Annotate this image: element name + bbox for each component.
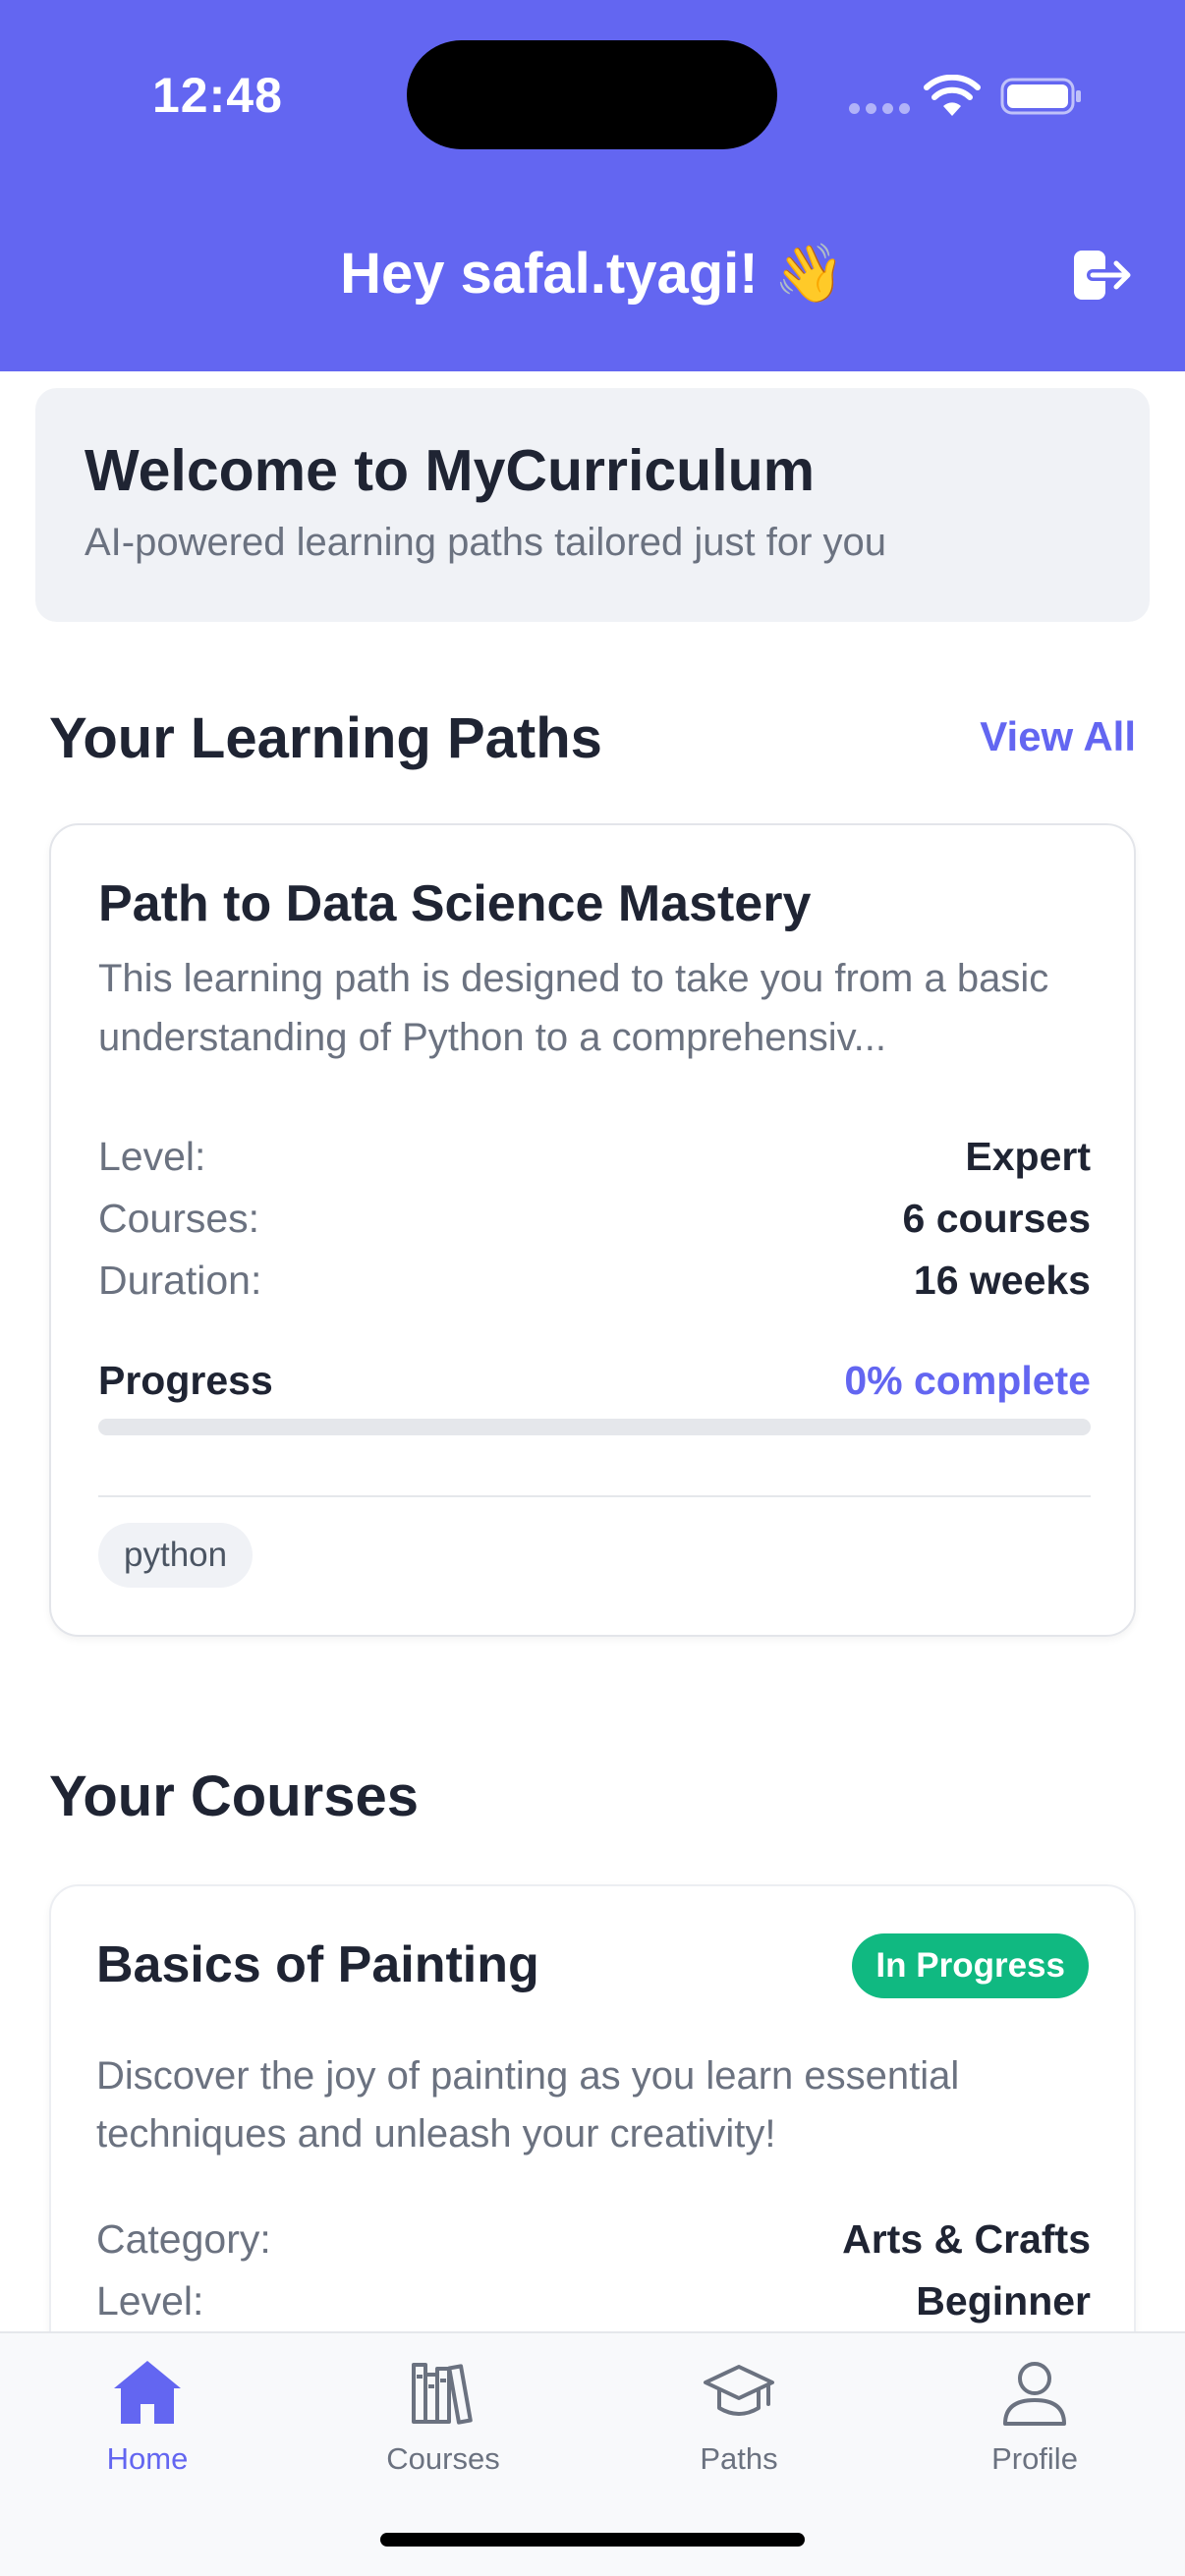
course-title: Basics of Painting bbox=[96, 1936, 539, 1993]
status-time: 12:48 bbox=[152, 68, 283, 123]
path-courses-row: Courses: 6 courses bbox=[98, 1196, 1091, 1242]
courses-heading: Your Courses bbox=[49, 1764, 420, 1828]
path-level-row: Level: Expert bbox=[98, 1134, 1091, 1180]
welcome-subtitle: AI-powered learning paths tailored just … bbox=[85, 521, 887, 564]
tab-paths-label: Paths bbox=[700, 2441, 778, 2476]
wifi-icon bbox=[924, 75, 981, 116]
home-indicator bbox=[380, 2533, 805, 2547]
level-label: Level: bbox=[98, 1134, 206, 1179]
path-description: This learning path is designed to take y… bbox=[98, 957, 1049, 1059]
status-badge: In Progress bbox=[852, 1933, 1089, 1998]
logout-icon[interactable] bbox=[1071, 248, 1134, 303]
tab-paths[interactable]: Paths bbox=[641, 2355, 837, 2477]
tab-courses-label: Courses bbox=[386, 2441, 500, 2476]
progress-label: Progress bbox=[98, 1358, 273, 1403]
level-value: Expert bbox=[965, 1134, 1091, 1179]
course-level-row: Level: Beginner bbox=[96, 2278, 1091, 2324]
cellular-signal-icon bbox=[849, 103, 910, 114]
course-level-value: Beginner bbox=[916, 2278, 1091, 2324]
dynamic-island bbox=[407, 40, 777, 149]
tab-home[interactable]: Home bbox=[49, 2355, 246, 2477]
card-divider bbox=[98, 1495, 1091, 1497]
progress-percent: 0% complete bbox=[844, 1358, 1091, 1403]
duration-value: 16 weeks bbox=[913, 1258, 1091, 1303]
greeting-title: Hey safal.tyagi! 👋 bbox=[340, 242, 845, 306]
learning-paths-heading: Your Learning Paths bbox=[49, 706, 602, 770]
courses-value: 6 courses bbox=[902, 1196, 1091, 1241]
path-title: Path to Data Science Mastery bbox=[98, 875, 812, 932]
home-icon bbox=[114, 2361, 181, 2424]
category-label: Category: bbox=[96, 2216, 271, 2262]
path-duration-row: Duration: 16 weeks bbox=[98, 1258, 1091, 1304]
view-all-link[interactable]: View All bbox=[980, 713, 1136, 760]
user-icon bbox=[1003, 2362, 1066, 2426]
progress-bar bbox=[98, 1419, 1091, 1435]
path-tag[interactable]: python bbox=[98, 1523, 254, 1588]
progress-row: Progress 0% complete bbox=[98, 1358, 1091, 1404]
welcome-card: Welcome to MyCurriculum AI-powered learn… bbox=[35, 388, 1150, 622]
category-value: Arts & Crafts bbox=[842, 2216, 1091, 2262]
duration-label: Duration: bbox=[98, 1258, 262, 1303]
app-header: 12:48 Hey safal.tyagi! 👋 bbox=[0, 0, 1185, 371]
learning-path-card[interactable]: Path to Data Science Mastery This learni… bbox=[49, 823, 1136, 1637]
course-level-label: Level: bbox=[96, 2278, 204, 2324]
course-description: Discover the joy of painting as you lear… bbox=[96, 2054, 960, 2156]
courses-label: Courses: bbox=[98, 1196, 260, 1241]
tab-profile[interactable]: Profile bbox=[936, 2355, 1133, 2477]
battery-icon bbox=[1000, 78, 1081, 115]
tab-courses[interactable]: Courses bbox=[345, 2355, 541, 2477]
course-category-row: Category: Arts & Crafts bbox=[96, 2216, 1091, 2263]
welcome-title: Welcome to MyCurriculum bbox=[85, 438, 816, 503]
tab-profile-label: Profile bbox=[991, 2441, 1078, 2476]
graduation-cap-icon bbox=[704, 2365, 774, 2416]
tab-home-label: Home bbox=[106, 2441, 189, 2476]
books-icon bbox=[412, 2363, 473, 2425]
